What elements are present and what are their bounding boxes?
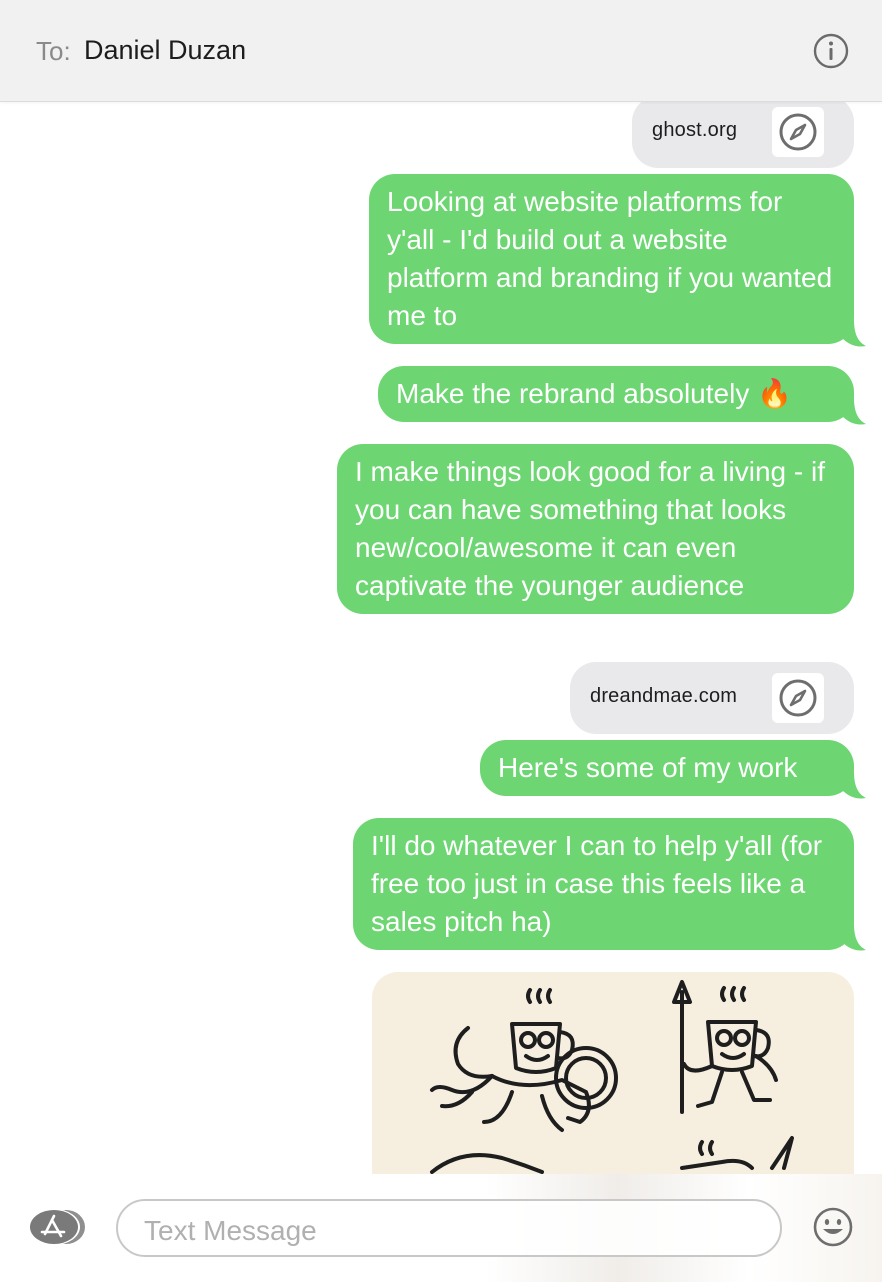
message-text: Make the rebrand absolutely 🔥 bbox=[396, 378, 792, 409]
compass-icon bbox=[772, 673, 824, 723]
link-preview-text: ghost.org bbox=[652, 119, 738, 141]
mascot-illustration-image[interactable] bbox=[372, 972, 854, 1174]
bubble-tail bbox=[842, 772, 866, 799]
app-store-icon[interactable] bbox=[26, 1208, 86, 1246]
message-text: Here's some of my work bbox=[498, 752, 798, 783]
message-input[interactable]: Text Message bbox=[116, 1199, 782, 1257]
to-label: To: bbox=[36, 36, 71, 66]
bubble-tail bbox=[842, 320, 866, 347]
link-preview-bubble[interactable]: dreandmae.com bbox=[570, 662, 854, 734]
recipient-name[interactable]: Daniel Duzan bbox=[84, 35, 246, 66]
bubble-tail bbox=[842, 398, 866, 425]
sent-message-bubble[interactable]: Looking at website platforms for y'all -… bbox=[369, 174, 854, 344]
message-input-placeholder: Text Message bbox=[144, 1215, 317, 1246]
message-list[interactable]: ghost.org Looking at website platforms f… bbox=[0, 102, 882, 1174]
sent-message-bubble[interactable]: Make the rebrand absolutely 🔥 bbox=[378, 366, 854, 422]
conversation-header: To: Daniel Duzan bbox=[0, 0, 882, 102]
message-text: Looking at website platforms for y'all -… bbox=[387, 186, 833, 331]
sent-message-bubble[interactable]: Here's some of my work bbox=[480, 740, 854, 796]
sent-message-bubble[interactable]: I'll do whatever I can to help y'all (fo… bbox=[353, 818, 854, 950]
compass-icon bbox=[772, 107, 824, 157]
message-text: I'll do whatever I can to help y'all (fo… bbox=[371, 830, 823, 937]
emoji-icon[interactable] bbox=[812, 1206, 854, 1248]
message-text: I make things look good for a living - i… bbox=[355, 456, 826, 601]
link-preview-bubble[interactable]: ghost.org bbox=[632, 102, 854, 168]
info-icon[interactable] bbox=[812, 32, 850, 70]
compose-bar: Text Message bbox=[0, 1174, 882, 1282]
sent-message-bubble[interactable]: I make things look good for a living - i… bbox=[337, 444, 854, 614]
link-preview-text: dreandmae.com bbox=[590, 685, 738, 707]
bubble-tail bbox=[842, 924, 866, 951]
